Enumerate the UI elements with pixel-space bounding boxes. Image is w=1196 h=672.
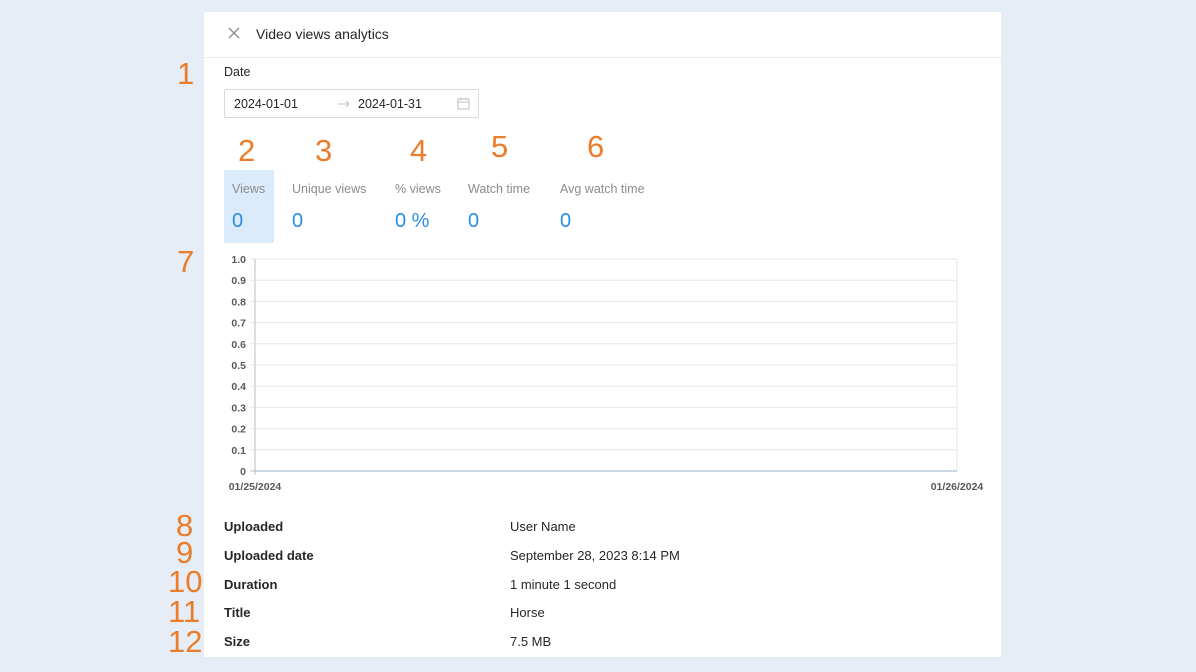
stat-tab-watch-time[interactable]: Watch time 0 xyxy=(460,170,540,243)
close-icon[interactable] xyxy=(226,25,242,41)
detail-value-uploaded: User Name xyxy=(510,519,576,534)
detail-value-uploaded-date: September 28, 2023 8:14 PM xyxy=(510,548,680,563)
date-start-input[interactable]: 2024-01-01 xyxy=(234,97,298,111)
x-tick-label: 01/25/2024 xyxy=(229,481,282,493)
stat-value: 0 % xyxy=(395,210,430,232)
panel-title: Video views analytics xyxy=(256,26,389,42)
detail-key-size: Size xyxy=(224,634,251,649)
detail-value-size: 7.5 MB xyxy=(510,634,552,649)
detail-key-title: Title xyxy=(224,605,251,620)
detail-key-uploaded-date: Uploaded date xyxy=(224,548,314,563)
date-end-input[interactable]: 2024-01-31 xyxy=(358,97,422,111)
y-tick-label: 0.1 xyxy=(231,445,246,457)
y-tick-label: 0.6 xyxy=(231,339,246,351)
stat-label: Watch time xyxy=(468,182,531,196)
y-tick-label: 0.9 xyxy=(231,275,246,287)
views-line-chart: 0 0.1 0.2 0.3 0.4 0.5 0.6 0.7 0.8 0.9 1.0 01/25/202… xyxy=(229,254,984,493)
arrow-right-icon xyxy=(338,100,350,108)
y-tick-label: 0.7 xyxy=(231,318,246,330)
stat-tab-unique-views[interactable]: Unique views 0 xyxy=(284,170,374,243)
stat-label: Views xyxy=(232,182,266,196)
detail-value-duration: 1 minute 1 second xyxy=(510,577,617,592)
y-tick-label: 1.0 xyxy=(231,254,246,266)
annotation-marker: 3 xyxy=(315,133,333,168)
y-tick-label: 0.5 xyxy=(231,360,246,372)
stage: Video views analytics Date 2024-01-01 20… xyxy=(0,0,1196,672)
stat-tab-avg-watch-time[interactable]: Avg watch time 0 xyxy=(552,170,652,243)
annotation-marker: 10 xyxy=(168,564,203,599)
y-tick-label: 0 xyxy=(240,466,246,478)
stat-value: 0 xyxy=(468,210,480,232)
annotation-marker: 7 xyxy=(177,244,195,279)
annotation-marker: 5 xyxy=(491,129,509,164)
stat-value: 0 xyxy=(292,210,304,232)
panel-header: Video views analytics xyxy=(204,12,1001,58)
annotation-marker: 12 xyxy=(168,624,203,659)
y-tick-label: 0.8 xyxy=(231,296,246,308)
x-tick-label: 01/26/2024 xyxy=(931,481,984,493)
date-label: Date xyxy=(224,65,251,79)
stat-label: % views xyxy=(395,182,441,196)
y-tick-label: 0.2 xyxy=(231,424,246,436)
detail-key-duration: Duration xyxy=(224,577,278,592)
stat-value: 0 xyxy=(560,210,572,232)
stat-tab-percent-views[interactable]: % views 0 % xyxy=(387,170,449,243)
calendar-icon[interactable] xyxy=(457,97,470,110)
annotation-marker: 11 xyxy=(168,594,201,629)
detail-key-uploaded: Uploaded xyxy=(224,519,284,534)
y-tick-label: 0.4 xyxy=(231,381,246,393)
stat-label: Avg watch time xyxy=(560,182,645,196)
detail-value-title: Horse xyxy=(510,605,545,620)
stat-tab-views[interactable]: Views 0 xyxy=(224,170,274,243)
annotation-marker: 4 xyxy=(410,133,428,168)
y-tick-label: 0.3 xyxy=(231,402,246,414)
annotation-marker: 6 xyxy=(587,129,605,164)
date-range-picker[interactable]: 2024-01-01 2024-01-31 xyxy=(224,89,479,118)
stat-value: 0 xyxy=(232,210,244,232)
annotation-marker: 1 xyxy=(177,56,195,91)
stat-label: Unique views xyxy=(292,182,367,196)
annotation-marker: 2 xyxy=(238,133,256,168)
